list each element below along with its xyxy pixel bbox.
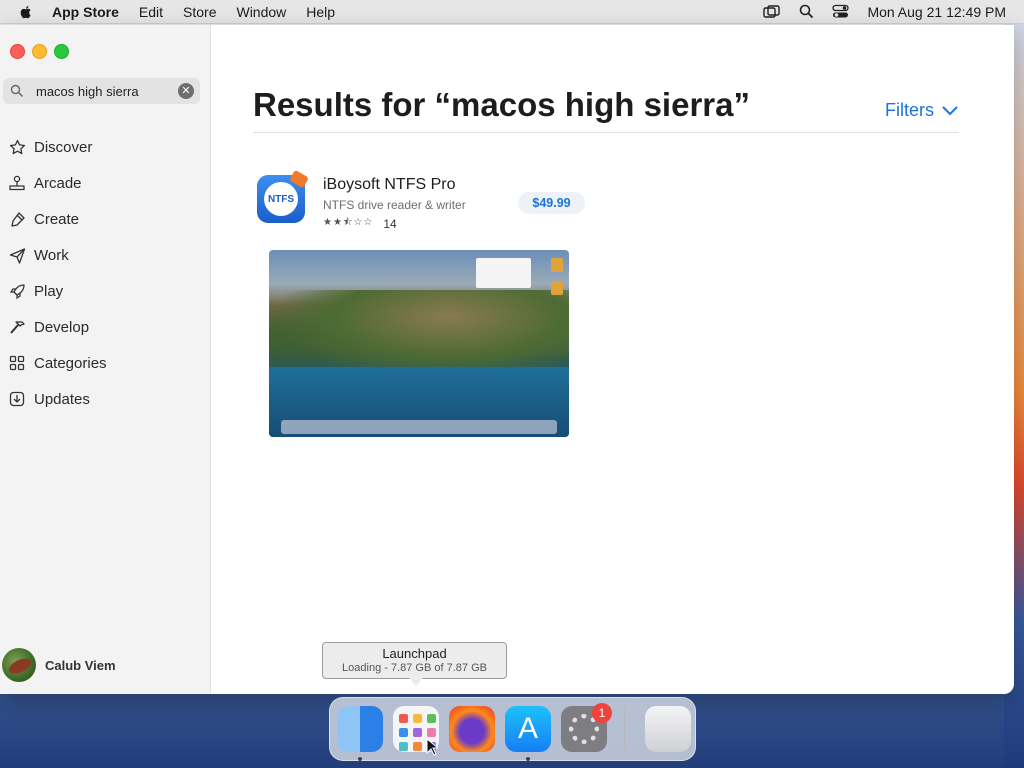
launchpad-tooltip: Launchpad Loading - 7.87 GB of 7.87 GB <box>322 642 507 686</box>
sidebar-nav: Discover Arcade Create Work Play Develop <box>0 129 211 417</box>
control-center-icon[interactable] <box>832 4 850 19</box>
search-field[interactable]: ✕ <box>3 78 200 104</box>
menu-edit[interactable]: Edit <box>139 4 163 20</box>
maximize-button[interactable] <box>54 44 69 59</box>
screenshot-app-panel <box>476 258 531 288</box>
menu-clock[interactable]: Mon Aug 21 12:49 PM <box>867 4 1006 20</box>
sidebar-item-label: Categories <box>34 354 107 372</box>
sidebar-item-play[interactable]: Play <box>0 273 211 309</box>
result-app-item[interactable]: NTFS iBoysoft NTFS Pro NTFS drive reader… <box>257 169 466 232</box>
menu-app-name[interactable]: App Store <box>52 4 119 20</box>
app-name[interactable]: iBoysoft NTFS Pro <box>323 176 466 194</box>
sidebar-item-label: Develop <box>34 318 90 336</box>
dock-separator <box>624 708 625 752</box>
divider <box>253 132 959 133</box>
sidebar-item-create[interactable]: Create <box>0 201 211 237</box>
screenshot-drive-icon <box>551 258 563 272</box>
grid-icon <box>8 354 26 372</box>
sidebar-item-updates[interactable]: Updates <box>0 381 211 417</box>
rocket-icon <box>8 282 26 300</box>
page-title: Results for “macos high sierra” <box>253 86 750 123</box>
dock: A 1 <box>329 697 696 761</box>
download-icon <box>8 390 26 408</box>
sidebar-item-work[interactable]: Work <box>0 237 211 273</box>
sidebar: ✕ Discover Arcade Create Work Play <box>0 25 211 694</box>
app-store-window: ✕ Discover Arcade Create Work Play <box>0 25 1014 694</box>
app-info: iBoysoft NTFS Pro NTFS drive reader & wr… <box>323 175 466 232</box>
app-store-icon[interactable]: A <box>505 706 551 752</box>
trash-icon[interactable] <box>645 706 691 752</box>
price-button[interactable]: $49.99 <box>518 192 585 214</box>
app-store-running-indicator <box>526 757 530 761</box>
menu-bar: App Store Edit Store Window Help Mon Aug… <box>0 0 1024 24</box>
app-subtitle: NTFS drive reader & writer <box>323 198 466 212</box>
user-name: Calub Viem <box>45 657 116 673</box>
sidebar-item-label: Arcade <box>34 174 82 192</box>
joystick-icon <box>8 174 26 192</box>
tooltip-title: Launchpad <box>382 646 447 661</box>
tooltip-detail: Loading - 7.87 GB of 7.87 GB <box>342 662 487 674</box>
app-icon-text: NTFS <box>267 193 295 205</box>
finder-running-indicator <box>358 757 362 761</box>
app-rating: ★★⯪☆☆ 14 <box>323 215 466 232</box>
sidebar-item-label: Updates <box>34 390 90 408</box>
sidebar-item-label: Create <box>34 210 80 228</box>
star-icon <box>8 138 26 156</box>
search-input[interactable] <box>34 82 173 100</box>
window-controls <box>10 44 76 59</box>
filters-label: Filters <box>885 100 934 120</box>
minimize-button[interactable] <box>32 44 47 59</box>
menu-store[interactable]: Store <box>183 4 216 20</box>
filters-button[interactable]: Filters <box>885 100 958 121</box>
menu-extras: Mon Aug 21 12:49 PM <box>763 4 1024 20</box>
search-icon <box>10 84 24 98</box>
menu-window[interactable]: Window <box>236 4 286 20</box>
sidebar-item-label: Work <box>34 246 69 264</box>
rating-stars-icon: ★★⯪☆☆ <box>323 217 374 228</box>
firefox-icon[interactable] <box>449 706 495 752</box>
finder-icon[interactable] <box>337 706 383 752</box>
sidebar-item-arcade[interactable]: Arcade <box>0 165 211 201</box>
clear-search-icon[interactable]: ✕ <box>178 83 194 99</box>
hammer-icon <box>8 318 26 336</box>
rating-count: 14 <box>383 216 397 231</box>
tooltip-pointer <box>409 678 423 686</box>
spotlight-search-icon[interactable] <box>799 4 814 19</box>
screenshot-dock <box>281 420 557 434</box>
close-button[interactable] <box>10 44 25 59</box>
menu-help[interactable]: Help <box>306 4 335 20</box>
mouse-pointer-icon <box>426 738 438 756</box>
notification-badge: 1 <box>592 703 612 723</box>
avatar <box>2 648 36 682</box>
sidebar-item-discover[interactable]: Discover <box>0 129 211 165</box>
sidebar-item-label: Discover <box>34 138 93 156</box>
app-icon[interactable]: NTFS <box>257 169 309 223</box>
main-content: Results for “macos high sierra” Filters … <box>212 25 1014 694</box>
screen-mirroring-icon[interactable] <box>763 4 781 19</box>
sidebar-item-develop[interactable]: Develop <box>0 309 211 345</box>
app-screenshot[interactable] <box>269 250 569 437</box>
account-button[interactable]: Calub Viem <box>2 648 116 682</box>
brush-icon <box>8 210 26 228</box>
apple-logo-icon[interactable] <box>18 4 34 20</box>
ntfs-disc-icon: NTFS <box>264 182 298 216</box>
screenshot-drive-icon <box>551 281 563 295</box>
chevron-down-icon <box>942 106 958 115</box>
sidebar-item-categories[interactable]: Categories <box>0 345 211 381</box>
paper-plane-icon <box>8 246 26 264</box>
sidebar-item-label: Play <box>34 282 64 300</box>
